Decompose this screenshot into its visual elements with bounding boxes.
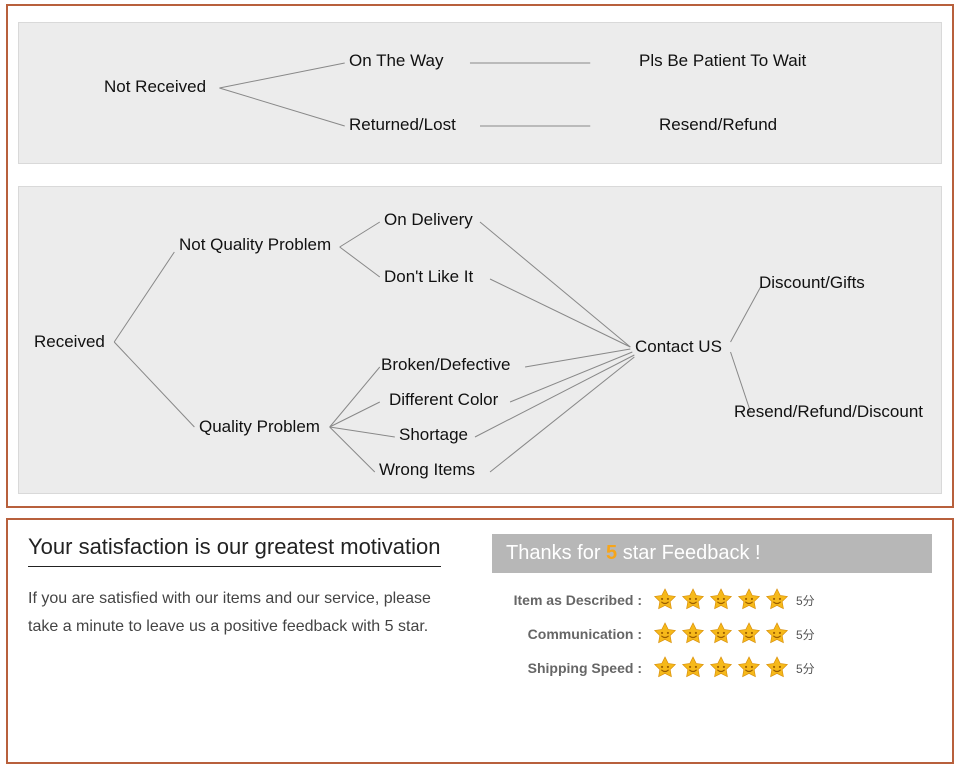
node-shortage: Shortage [399,425,468,445]
received-panel: Received Not Quality Problem Quality Pro… [18,186,942,494]
node-dont-like: Don't Like It [384,267,473,287]
stars-group [652,621,790,647]
node-wrong-items: Wrong Items [379,460,475,480]
star-icon [652,621,678,647]
star-icon [708,587,734,613]
node-discount-gifts: Discount/Gifts [759,273,865,293]
rating-row: Shipping Speed : 5分 [492,655,932,681]
feedback-rating-column: Thanks for 5 star Feedback ! Item as Des… [492,534,932,689]
rating-score: 5分 [796,660,815,677]
ratings-table: Item as Described : 5分 Communication : [492,587,932,681]
rating-label: Item as Described : [492,592,652,608]
rating-row: Item as Described : 5分 [492,587,932,613]
rating-row: Communication : 5分 [492,621,932,647]
node-returned-lost: Returned/Lost [349,115,456,135]
rating-score: 5分 [796,626,815,643]
feedback-body: If you are satisfied with our items and … [28,585,448,641]
node-received: Received [34,332,105,352]
star-icon [652,587,678,613]
banner-pre: Thanks for [506,542,606,564]
feedback-text-column: Your satisfaction is our greatest motiva… [28,534,468,641]
star-icon [652,655,678,681]
node-contact-us: Contact US [635,337,722,357]
star-icon [736,655,762,681]
thanks-banner: Thanks for 5 star Feedback ! [492,534,932,573]
node-not-quality: Not Quality Problem [179,235,331,255]
node-diff-color: Different Color [389,390,498,410]
star-icon [736,621,762,647]
flow-diagram-frame: Not Received On The Way Returned/Lost Pl… [6,4,954,508]
node-pls-patient: Pls Be Patient To Wait [639,51,806,71]
rating-score: 5分 [796,592,815,609]
stars-group [652,655,790,681]
node-resend-refund: Resend/Refund [659,115,777,135]
stars-group [652,587,790,613]
node-not-received: Not Received [104,77,206,97]
star-icon [764,655,790,681]
star-icon [680,587,706,613]
feedback-frame: Your satisfaction is our greatest motiva… [6,518,954,764]
star-icon [736,587,762,613]
banner-num: 5 [606,542,617,564]
node-quality: Quality Problem [199,417,320,437]
feedback-title: Your satisfaction is our greatest motiva… [28,534,441,567]
star-icon [764,587,790,613]
not-received-panel: Not Received On The Way Returned/Lost Pl… [18,22,942,164]
star-icon [708,621,734,647]
banner-post: star Feedback ! [617,542,760,564]
rating-label: Communication : [492,626,652,642]
node-on-delivery: On Delivery [384,210,473,230]
node-rrr: Resend/Refund/Discount [734,402,923,422]
node-broken: Broken/Defective [381,355,510,375]
star-icon [708,655,734,681]
star-icon [680,621,706,647]
star-icon [764,621,790,647]
star-icon [680,655,706,681]
rating-label: Shipping Speed : [492,660,652,676]
node-on-the-way: On The Way [349,51,443,71]
